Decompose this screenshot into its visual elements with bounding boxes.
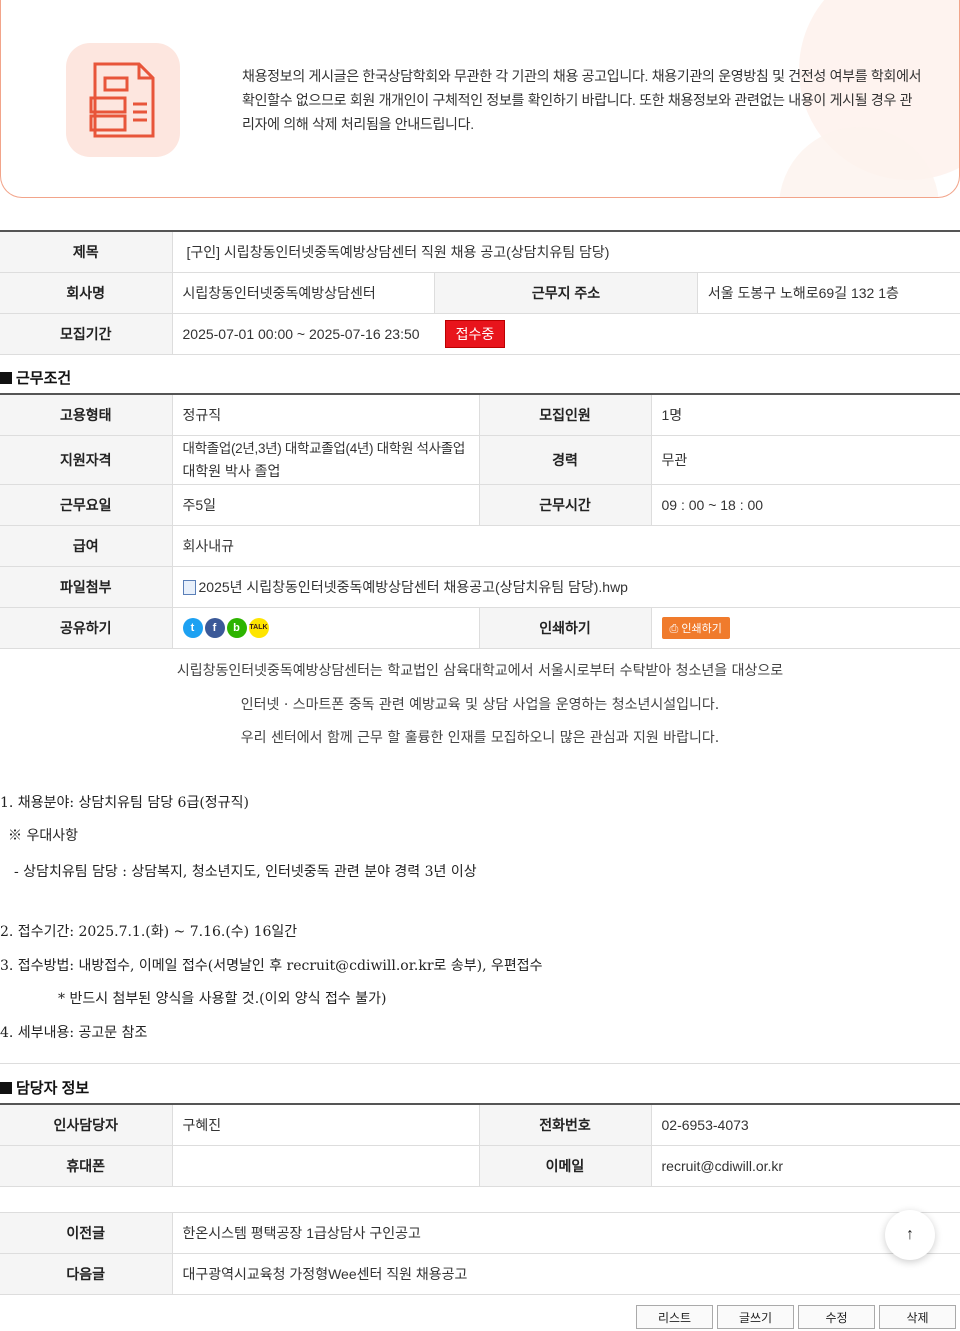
intro-line: 시립창동인터넷중독예방상담센터는 학교법인 삼육대학교에서 서울시로부터 수탁받…: [176, 663, 784, 679]
prev-next-table: 이전글 한온시스템 평택공장 1급상담사 구인공고 다음글 대구광역시교육청 가…: [0, 1212, 960, 1295]
twitter-icon[interactable]: t: [182, 617, 203, 638]
notice-box: 채용정보의 게시글은 한국상담학회와 무관한 각 기관의 채용 공고입니다. 채…: [0, 0, 960, 198]
hours-label: 근무시간: [478, 484, 652, 526]
career-value: 무관: [651, 435, 960, 485]
phone-value: 02-6953-4073: [651, 1104, 960, 1146]
contact-section-title: 담당자 정보: [0, 1077, 89, 1098]
post-info-table: 제목 [구인] 시립창동인터넷중독예방상담센터 직원 채용 공고(상담치유팀 담…: [0, 230, 960, 355]
qualification-line: 대학원 박사 졸업: [182, 462, 281, 479]
body-sub: - 상담치유팀 담당 : 상담복지, 청소년지도, 인터넷중독 관련 분야 경력…: [14, 864, 477, 880]
share-label: 공유하기: [0, 607, 173, 649]
printer-icon: ⎙: [669, 622, 682, 635]
title-label: 제목: [0, 231, 173, 273]
kakaotalk-icon[interactable]: TALK: [248, 617, 269, 638]
body-item: 1. 채용분야: 상담치유팀 담당 6급(정규직): [0, 795, 249, 811]
arrow-up-icon: ↑: [906, 1226, 914, 1243]
facebook-icon[interactable]: f: [204, 617, 225, 638]
qualification-line: 대학졸업(2년,3년) 대학교졸업(4년) 대학원 석사졸업: [182, 440, 466, 456]
email-label: 이메일: [478, 1145, 652, 1187]
print-button[interactable]: ⎙ 인쇄하기: [661, 616, 730, 639]
workdays-label: 근무요일: [0, 484, 173, 526]
conditions-table: 고용형태 정규직 모집인원 1명 지원자격 대학졸업(2년,3년) 대학교졸업(…: [0, 393, 960, 649]
status-cell: 접수중: [434, 313, 960, 355]
hwp-file-icon: [182, 579, 196, 595]
status-badge: 접수중: [444, 319, 506, 348]
employment-value: 정규직: [172, 394, 479, 436]
salary-label: 급여: [0, 525, 173, 567]
body-item: 2. 접수기간: 2025.7.1.(화) ~ 7.16.(수) 16일간: [0, 924, 298, 940]
email-value: recruit@cdiwill.or.kr: [651, 1145, 960, 1187]
notice-text: 채용정보의 게시글은 한국상담학회와 무관한 각 기관의 채용 공고입니다. 채…: [242, 68, 922, 132]
phone-label: 전화번호: [478, 1104, 652, 1146]
prev-cell: 한온시스템 평택공장 1급상담사 구인공고: [172, 1212, 960, 1254]
employment-label: 고용형태: [0, 394, 173, 436]
delete-button[interactable]: 삭제: [879, 1305, 956, 1329]
share-cell: t f b TALK: [172, 607, 479, 649]
headcount-value: 1명: [651, 394, 960, 436]
square-bullet-icon: [0, 372, 12, 384]
manager-value: 구혜진: [172, 1104, 479, 1146]
qualification-value: 대학졸업(2년,3년) 대학교졸업(4년) 대학원 석사졸업 대학원 박사 졸업: [172, 435, 479, 485]
print-label: 인쇄하기: [478, 607, 652, 649]
company-value: 시립창동인터넷중독예방상담센터: [172, 272, 435, 314]
divider: [0, 1063, 960, 1064]
conditions-section-title: 근무조건: [0, 367, 71, 388]
qualification-label: 지원자격: [0, 435, 173, 485]
action-buttons: 리스트 글쓰기 수정 삭제: [636, 1305, 956, 1329]
prev-label: 이전글: [0, 1212, 173, 1254]
scroll-to-top-button[interactable]: ↑: [885, 1210, 935, 1260]
document-icon: [66, 43, 180, 157]
hours-value: 09 : 00 ~ 18 : 00: [651, 484, 960, 526]
edit-button[interactable]: 수정: [798, 1305, 875, 1329]
period-label: 모집기간: [0, 313, 173, 355]
contact-table: 인사담당자 구혜진 전화번호 02-6953-4073 휴대폰 이메일 recr…: [0, 1103, 960, 1187]
intro-line: 우리 센터에서 함께 근무 할 훌륭한 인재를 모집하오니 많은 관심과 지원 …: [240, 730, 720, 746]
attachment-link[interactable]: 2025년 시립창동인터넷중독예방상담센터 채용공고(상담치유팀 담당).hwp: [199, 579, 628, 595]
body-note: * 반드시 첨부된 양식을 사용할 것.(이외 양식 접수 불가): [58, 991, 387, 1007]
next-label: 다음글: [0, 1253, 173, 1295]
mobile-label: 휴대폰: [0, 1145, 173, 1187]
period-value: 2025-07-01 00:00 ~ 2025-07-16 23:50: [172, 313, 435, 355]
file-label: 파일첨부: [0, 566, 173, 608]
print-cell: ⎙ 인쇄하기: [651, 607, 960, 649]
body-item: 3. 접수방법: 내방접수, 이메일 접수(서명날인 후 recruit@cdi…: [0, 958, 543, 974]
body-note: ※ 우대사항: [8, 828, 78, 844]
next-post-link[interactable]: 대구광역시교육청 가정형Wee센터 직원 채용공고: [183, 1266, 468, 1282]
post-title: [구인] 시립창동인터넷중독예방상담센터 직원 채용 공고(상담치유팀 담당): [172, 231, 960, 273]
workdays-value: 주5일: [172, 484, 479, 526]
address-label: 근무지 주소: [434, 272, 698, 314]
manager-label: 인사담당자: [0, 1104, 173, 1146]
prev-post-link[interactable]: 한온시스템 평택공장 1급상담사 구인공고: [183, 1225, 421, 1241]
company-label: 회사명: [0, 272, 173, 314]
salary-value: 회사내규: [172, 525, 960, 567]
career-label: 경력: [478, 435, 652, 485]
write-button[interactable]: 글쓰기: [717, 1305, 794, 1329]
mobile-value: [172, 1145, 479, 1187]
body-item: 4. 세부내용: 공고문 참조: [0, 1025, 148, 1041]
headcount-label: 모집인원: [478, 394, 652, 436]
band-icon[interactable]: b: [226, 617, 247, 638]
next-cell: 대구광역시교육청 가정형Wee센터 직원 채용공고: [172, 1253, 960, 1295]
square-bullet-icon: [0, 1082, 12, 1094]
address-value: 서울 도봉구 노해로69길 132 1층: [697, 272, 960, 314]
list-button[interactable]: 리스트: [636, 1305, 713, 1329]
intro-line: 인터넷 · 스마트폰 중독 관련 예방교육 및 상담 사업을 운영하는 청소년시…: [240, 697, 720, 713]
file-cell: 2025년 시립창동인터넷중독예방상담센터 채용공고(상담치유팀 담당).hwp: [172, 566, 960, 608]
